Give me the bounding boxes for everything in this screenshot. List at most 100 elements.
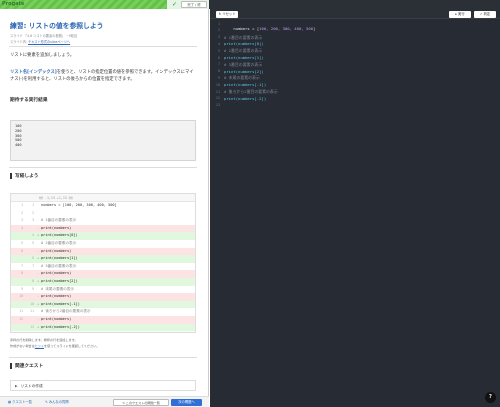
diff-sign: + <box>37 256 40 261</box>
body-text: リスト名[インデックス]を使うと、リストの指定位置の値を参照できます。インデック… <box>10 69 196 84</box>
quest-item[interactable]: ▶ リストの作成 <box>10 380 196 391</box>
code-token: print(numbers[-2]) <box>224 95 267 101</box>
code-line[interactable]: print(numbers[-2]) <box>224 96 266 101</box>
diff-row: 6 + print(numbers[1]) <box>11 255 195 263</box>
diff-row: 4 - print(numbers) <box>11 224 195 233</box>
code-line[interactable]: # 1番目の要素の表示 <box>224 35 262 41</box>
diff-row: 12 + print(numbers[-2]) <box>11 323 195 332</box>
diff-sign <box>37 263 40 271</box>
diff-row: 1 1 numbers = [100, 200, 300, 400, 500] <box>11 202 195 210</box>
code-line[interactable]: print(numbers[2]) <box>224 69 264 74</box>
diff-row: 4 + print(numbers[0]) <box>11 232 195 240</box>
logo[interactable]: Progate <box>2 1 24 7</box>
line-number: 6 <box>217 55 220 60</box>
reset-label: リセット <box>222 11 236 16</box>
diff-sign <box>37 217 40 225</box>
diff-sign <box>37 308 40 316</box>
output-line: 400 <box>15 143 22 148</box>
code-line[interactable]: # 末尾の要素の表示 <box>224 75 260 81</box>
quest-item-label: リストの作成 <box>20 384 43 388</box>
diff-sign <box>37 202 40 210</box>
diff-sign <box>37 286 40 294</box>
diff-new-line-number: 10 <box>30 301 34 306</box>
caret-right-icon: ▶ <box>15 384 18 388</box>
line-number: 3 <box>217 35 220 40</box>
diff-code: print(numbers) <box>41 316 72 321</box>
write-heading: 写経しよう <box>10 173 38 179</box>
hint-note-prefix: 作成がない場合は <box>10 344 35 348</box>
code-editor[interactable]: ↻ リセット ▸ 実行 ✓ 判定 1 2 3 4 5 6 7 8 9 10 11 12 13 numbe… <box>210 9 500 407</box>
diff-header: @@ -1,13 +1,13 @@ <box>11 194 195 202</box>
diff-sign: - <box>37 294 40 299</box>
quest-list-link[interactable]: ▦ クエスト一覧 <box>8 399 32 406</box>
code-token: 100, 200, 300, 400, 500 <box>259 26 314 31</box>
code-token: ] <box>313 26 316 31</box>
diff-new-line-number: 3 <box>32 218 34 223</box>
code-token: # 3番目の要素の表示 <box>224 61 263 67</box>
diff-new-line-number: 8 <box>32 278 34 283</box>
bottom-nav: ▦ クエスト一覧 ✎ みんなの質問 < このクエストの問題一覧 次の問題へ <box>0 396 209 407</box>
run-button[interactable]: ▸ 実行 <box>449 10 471 18</box>
diff-sign: + <box>37 233 40 238</box>
next-problem-button[interactable]: 次の問題へ <box>171 399 202 406</box>
diff-code: # 後ろから2番目の要素の表示 <box>41 309 91 314</box>
hint-note-suffix: を使ってスライドを確認してください。 <box>44 344 100 348</box>
code-token: print(numbers[-1]) <box>224 82 267 88</box>
lesson-pane: 練習: リストの値を参照しよう スライド 「4-6 リストの要素の参照」 ~9枚… <box>0 9 209 407</box>
code-line[interactable]: print(numbers[-1]) <box>224 82 266 87</box>
code-line[interactable]: # 3番目の要素の表示 <box>224 62 262 68</box>
diff-row: 12 - print(numbers) <box>11 315 195 324</box>
slide-link[interactable]: テキスト形式のsliceページへ <box>28 40 70 44</box>
diff-row: 9 9 # 末尾の要素の表示 <box>11 285 195 294</box>
line-number: 10 <box>215 82 220 87</box>
complete-button[interactable]: 完了 / 終 <box>181 1 207 8</box>
code-token: print(numbers[2]) <box>224 68 264 74</box>
diff-new-line-number: 9 <box>32 286 34 291</box>
line-number: 13 <box>215 103 220 108</box>
code-token: # 1番目の要素の表示 <box>224 34 263 40</box>
diff-new-line-number: 7 <box>32 263 34 268</box>
diff-old-line-number: 1 <box>21 203 23 207</box>
diff-row: 8 - print(numbers) <box>11 270 195 278</box>
diff-sign: - <box>37 316 40 321</box>
slide-link-prefix: スライド内: <box>10 40 29 44</box>
diff-code: # 3番目の要素の表示 <box>41 263 77 268</box>
diff-old-line-number: 9 <box>21 286 23 291</box>
line-number: 11 <box>215 89 220 94</box>
diff-old-line-number: 4 <box>21 225 23 230</box>
check-icon: ✓ <box>172 1 178 8</box>
diff-row: 11 11 # 後ろから2番目の要素の表示 <box>11 308 195 316</box>
diff-row: 8 + print(numbers[2]) <box>11 277 195 286</box>
submit-button[interactable]: ✓ 判定 <box>474 10 496 18</box>
editor-toolbar: ↻ リセット ▸ 実行 ✓ 判定 <box>210 9 500 19</box>
qa-label: みんなの質問 <box>48 400 69 404</box>
hint-note: 作成がない場合はヒントを使ってスライドを確認してください。 <box>10 343 99 348</box>
code-line[interactable]: # 後ろから2番目の要素の表示 <box>224 89 278 95</box>
line-number: 8 <box>217 69 220 74</box>
code-line[interactable]: print(numbers[1]) <box>224 55 264 60</box>
diff-card: @@ -1,13 +1,13 @@ 11 numbers = [100, 200… <box>10 193 196 333</box>
hint-link[interactable]: ヒント <box>35 344 44 348</box>
divider <box>9 46 197 47</box>
diff-new-line-number: 11 <box>30 309 34 314</box>
diff-code: # 末尾の要素の表示 <box>41 286 75 291</box>
reset-button[interactable]: ↻ リセット <box>216 10 238 18</box>
diff-code: print(numbers) <box>41 294 72 299</box>
diff-new-line-number: 2 <box>32 210 34 215</box>
diff-row: 7 7 # 3番目の要素の表示 <box>11 262 195 271</box>
lesson-title: 練習: リストの値を参照しよう <box>10 22 104 30</box>
code-line[interactable]: # 2番目の要素の表示 <box>224 48 262 54</box>
problem-list-button[interactable]: < このクエストの問題一覧 <box>113 399 169 406</box>
line-number: 2 <box>217 28 220 33</box>
line-number: 1 <box>217 21 220 26</box>
help-button[interactable]: ? <box>485 392 496 403</box>
code-token: print(numbers[1]) <box>224 55 264 60</box>
qa-link[interactable]: ✎ みんなの質問 <box>45 399 69 406</box>
diff-old-line-number: 2 <box>21 210 23 215</box>
diff-code: print(numbers) <box>41 248 72 253</box>
code-token: # 2番目の要素の表示 <box>224 48 263 54</box>
expected-heading: 期待する実行結果 <box>10 98 48 103</box>
diff-sign: + <box>37 278 40 283</box>
diff-sign: - <box>37 248 40 253</box>
code-line[interactable]: print(numbers[0]) <box>224 41 264 46</box>
